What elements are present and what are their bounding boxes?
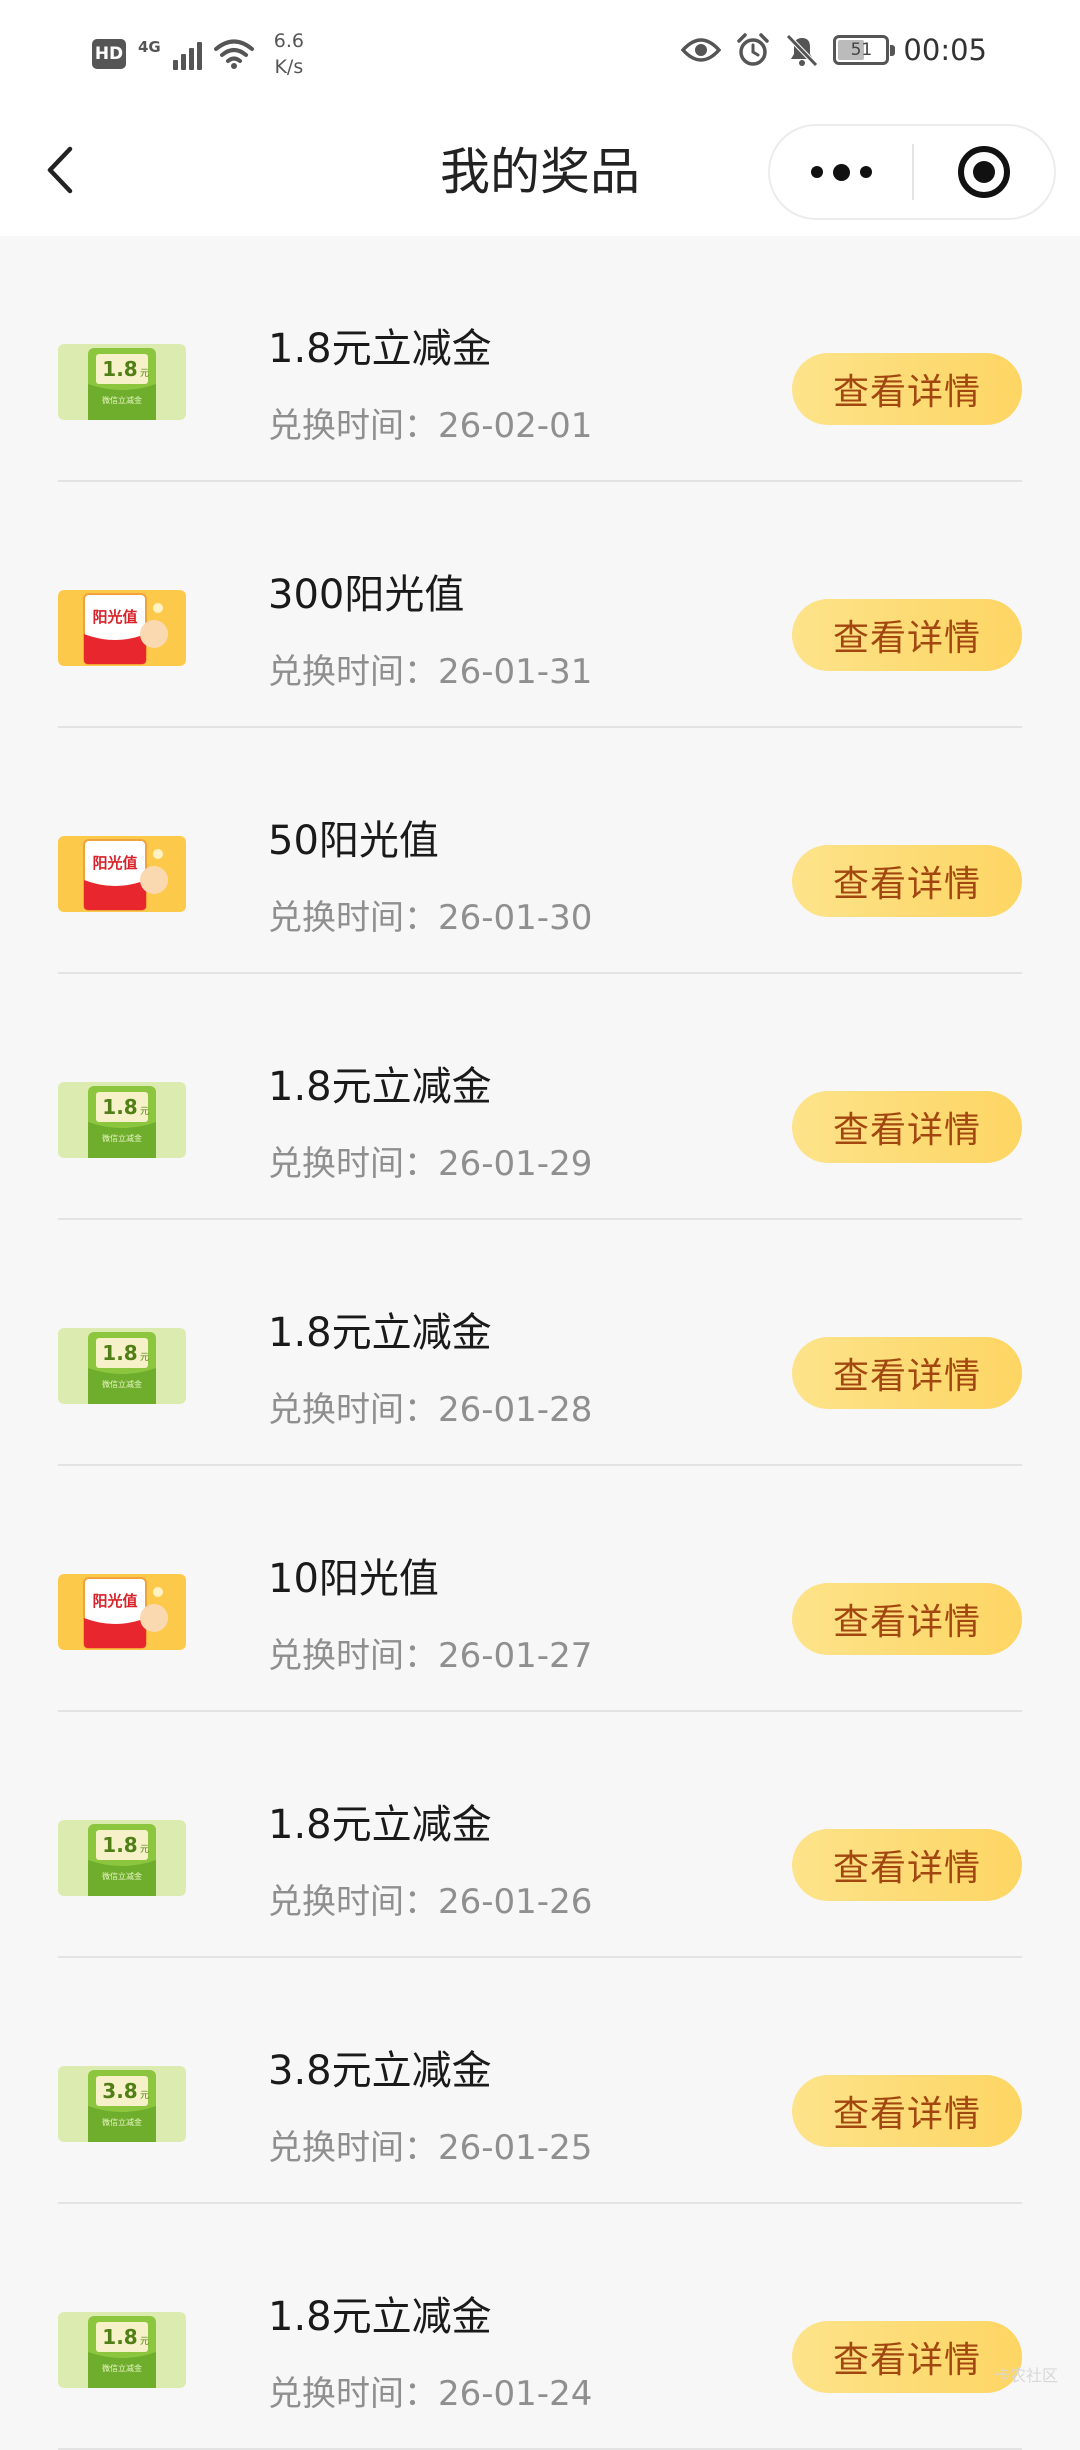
status-left: HD 4G 6.6 K/s — [92, 28, 304, 80]
redeem-time: 兑换时间：26-01-28 — [268, 1388, 592, 1432]
voucher-unit: 元 — [140, 369, 149, 379]
more-button[interactable] — [770, 126, 912, 218]
sunshine-label: 阳光值 — [92, 608, 137, 626]
prize-item: 1.8元微信立减金 1.8元立减金兑换时间：26-01-28 查看详情 — [0, 1220, 1080, 1466]
redeem-time: 兑换时间：26-01-30 — [268, 896, 592, 940]
battery-icon: 51 — [833, 35, 889, 65]
voucher-amount: 1.8 — [102, 2325, 137, 2349]
bell-muted-icon — [785, 32, 819, 68]
view-details-button[interactable]: 查看详情 — [792, 1829, 1022, 1901]
sunshine-thumbnail: 阳光值 — [58, 590, 186, 666]
view-details-button[interactable]: 查看详情 — [792, 1337, 1022, 1409]
prize-item: 1.8元微信立减金 1.8元立减金兑换时间：26-01-24 查看详情 — [0, 2204, 1080, 2450]
prize-item: 阳光值 300阳光值兑换时间：26-01-31 查看详情 — [0, 482, 1080, 728]
nav-bar: 我的奖品 — [0, 110, 1080, 236]
view-details-button[interactable]: 查看详情 — [792, 1583, 1022, 1655]
prize-title: 1.8元立减金 — [268, 2292, 492, 2342]
battery-level: 51 — [851, 40, 873, 60]
network-type: 4G — [138, 38, 161, 56]
view-details-button[interactable]: 查看详情 — [792, 2075, 1022, 2147]
redeem-time: 兑换时间：26-01-25 — [268, 2126, 592, 2170]
redeem-time: 兑换时间：26-01-29 — [268, 1142, 592, 1186]
redeem-time: 兑换时间：26-01-31 — [268, 650, 592, 694]
voucher-thumbnail: 1.8元微信立减金 — [58, 1328, 186, 1404]
redeem-time: 兑换时间：26-01-26 — [268, 1880, 592, 1924]
voucher-subtitle: 微信立减金 — [102, 2363, 142, 2373]
wifi-icon — [214, 38, 254, 70]
voucher-amount: 1.8 — [102, 357, 137, 381]
speed-unit: K/s — [274, 54, 304, 80]
sunshine-thumbnail: 阳光值 — [58, 1574, 186, 1650]
prize-item: 1.8元微信立减金 1.8元立减金兑换时间：26-01-26 查看详情 — [0, 1712, 1080, 1958]
prize-title: 50阳光值 — [268, 816, 439, 866]
view-details-button[interactable]: 查看详情 — [792, 353, 1022, 425]
voucher-amount: 1.8 — [102, 1833, 137, 1857]
voucher-subtitle: 微信立减金 — [102, 2117, 142, 2127]
voucher-unit: 元 — [140, 2091, 149, 2101]
redeem-time: 兑换时间：26-01-24 — [268, 2372, 592, 2416]
alarm-icon — [735, 32, 771, 68]
voucher-amount: 1.8 — [102, 1341, 137, 1365]
prize-title: 3.8元立减金 — [268, 2046, 492, 2096]
voucher-subtitle: 微信立减金 — [102, 1871, 142, 1881]
prize-item: 阳光值 10阳光值兑换时间：26-01-27 查看详情 — [0, 1466, 1080, 1712]
prize-title: 1.8元立减金 — [268, 1800, 492, 1850]
view-details-button[interactable]: 查看详情 — [792, 2321, 1022, 2393]
prize-title: 1.8元立减金 — [268, 1308, 492, 1358]
voucher-unit: 元 — [140, 2337, 149, 2347]
voucher-thumbnail: 1.8元微信立减金 — [58, 1820, 186, 1896]
signal-icon — [173, 38, 202, 70]
view-details-button[interactable]: 查看详情 — [792, 1091, 1022, 1163]
voucher-amount: 1.8 — [102, 1095, 137, 1119]
voucher-unit: 元 — [140, 1107, 149, 1117]
voucher-unit: 元 — [140, 1845, 149, 1855]
voucher-subtitle: 微信立减金 — [102, 395, 142, 405]
speed-value: 6.6 — [274, 28, 304, 54]
prize-title: 1.8元立减金 — [268, 324, 492, 374]
prize-title: 1.8元立减金 — [268, 1062, 492, 1112]
watermark: 卡农社区 — [994, 2362, 1058, 2386]
prize-item: 1.8元微信立减金 1.8元立减金兑换时间：26-01-29 查看详情 — [0, 974, 1080, 1220]
sunshine-label: 阳光值 — [92, 1592, 137, 1610]
network-speed: 6.6 K/s — [274, 28, 304, 80]
sunshine-label: 阳光值 — [92, 854, 137, 872]
prize-item: 3.8元微信立减金 3.8元立减金兑换时间：26-01-25 查看详情 — [0, 1958, 1080, 2204]
prize-item: 阳光值 50阳光值兑换时间：26-01-30 查看详情 — [0, 728, 1080, 974]
sunshine-thumbnail: 阳光值 — [58, 836, 186, 912]
voucher-thumbnail: 3.8元微信立减金 — [58, 2066, 186, 2142]
prize-title: 300阳光值 — [268, 570, 464, 620]
voucher-subtitle: 微信立减金 — [102, 1133, 142, 1143]
close-miniprogram-button[interactable] — [914, 126, 1054, 218]
voucher-unit: 元 — [140, 1353, 149, 1363]
miniprogram-capsule — [768, 124, 1056, 220]
redeem-time: 兑换时间：26-01-27 — [268, 1634, 592, 1678]
voucher-thumbnail: 1.8元微信立减金 — [58, 2312, 186, 2388]
clock: 00:05 — [903, 33, 987, 67]
voucher-thumbnail: 1.8元微信立减金 — [58, 344, 186, 420]
status-bar: HD 4G 6.6 K/s — [0, 0, 1080, 110]
voucher-subtitle: 微信立减金 — [102, 1379, 142, 1389]
eye-icon — [681, 36, 721, 64]
redeem-time: 兑换时间：26-02-01 — [268, 404, 592, 448]
voucher-amount: 3.8 — [102, 2079, 137, 2103]
prize-list: 1.8元微信立减金1.8元立减金兑换时间：26-02-01查看详情阳光值300阳… — [0, 236, 1080, 2450]
target-close-icon — [956, 144, 1012, 200]
prize-title: 10阳光值 — [268, 1554, 439, 1604]
hd-icon: HD — [92, 39, 126, 69]
view-details-button[interactable]: 查看详情 — [792, 845, 1022, 917]
voucher-thumbnail: 1.8元微信立减金 — [58, 1082, 186, 1158]
status-right: 51 00:05 — [681, 32, 987, 68]
view-details-button[interactable]: 查看详情 — [792, 599, 1022, 671]
prize-item: 1.8元微信立减金 1.8元立减金兑换时间：26-02-01 查看详情 — [0, 236, 1080, 482]
